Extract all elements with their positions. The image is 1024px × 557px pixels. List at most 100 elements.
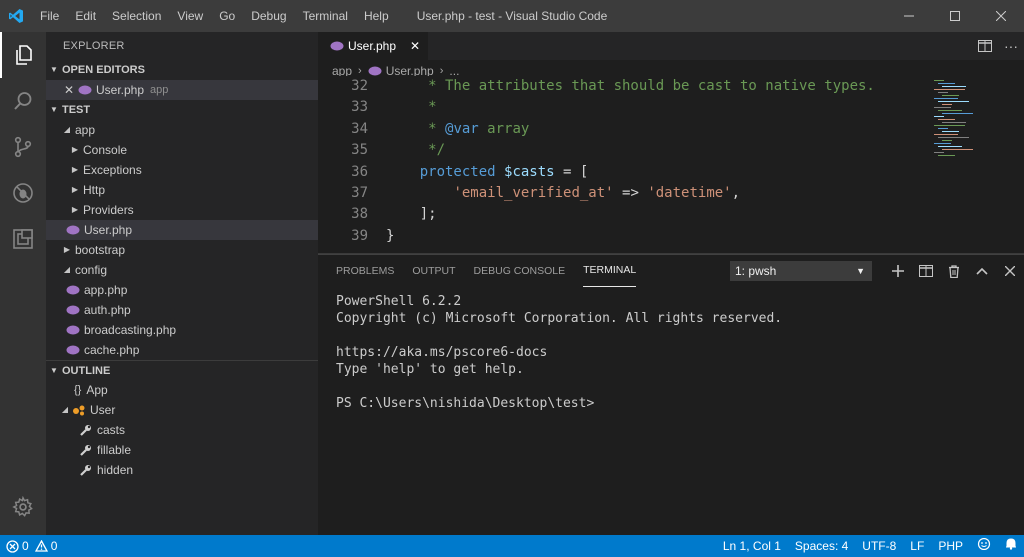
- minimap-line: [942, 113, 973, 114]
- code-line[interactable]: 33 *: [318, 97, 938, 118]
- close-icon[interactable]: ✕: [410, 39, 420, 53]
- code-token: */: [386, 142, 446, 159]
- terminal-output[interactable]: PowerShell 6.2.2 Copyright (c) Microsoft …: [336, 293, 782, 412]
- tree-item-user-php[interactable]: User.php: [46, 220, 318, 240]
- line-text: */: [386, 140, 445, 161]
- outline-item-hidden[interactable]: hidden: [46, 460, 318, 480]
- end-of-line[interactable]: LF: [903, 535, 931, 557]
- tree-item-console[interactable]: ▶ Console: [46, 140, 318, 160]
- indentation[interactable]: Spaces: 4: [788, 535, 855, 557]
- code-line[interactable]: 32 * The attributes that should be cast …: [318, 76, 938, 97]
- editor-tab-bar: User.php ✕ ···: [318, 32, 1024, 60]
- menu-file[interactable]: File: [32, 0, 67, 32]
- tree-item-auth-php[interactable]: auth.php: [46, 300, 318, 320]
- menu-go[interactable]: Go: [211, 0, 243, 32]
- outline-header[interactable]: ▼ OUTLINE: [46, 360, 318, 380]
- code-token: }: [386, 227, 395, 244]
- tree-item-exceptions[interactable]: ▶ Exceptions: [46, 160, 318, 180]
- minimap-line: [934, 152, 944, 153]
- search-icon[interactable]: [0, 78, 46, 124]
- tree-item-providers[interactable]: ▶ Providers: [46, 200, 318, 220]
- wrench-icon: [80, 464, 92, 476]
- menu-view[interactable]: View: [169, 0, 211, 32]
- class-icon: [72, 404, 86, 416]
- tree-item-config[interactable]: ◢ config: [46, 260, 318, 280]
- code-line[interactable]: 38 ];: [318, 204, 938, 225]
- new-terminal-icon[interactable]: [884, 255, 912, 287]
- encoding[interactable]: UTF-8: [855, 535, 903, 557]
- outline-item-casts[interactable]: casts: [46, 420, 318, 440]
- tree-item-app[interactable]: ◢ app: [46, 120, 318, 140]
- terminal-select[interactable]: 1: pwsh ▼: [730, 261, 872, 281]
- code-token: = [: [554, 163, 589, 180]
- code-line[interactable]: 39}: [318, 226, 938, 247]
- minimap[interactable]: [930, 76, 1010, 166]
- close-icon[interactable]: [996, 255, 1024, 287]
- trash-icon[interactable]: [940, 255, 968, 287]
- code-line[interactable]: 35 */: [318, 140, 938, 161]
- settings-gear-icon[interactable]: [0, 487, 46, 527]
- menu-help[interactable]: Help: [356, 0, 397, 32]
- menu-terminal[interactable]: Terminal: [295, 0, 356, 32]
- menu-selection[interactable]: Selection: [104, 0, 169, 32]
- line-number: 32: [351, 78, 368, 94]
- open-editors-header[interactable]: ▼ OPEN EDITORS: [46, 60, 318, 80]
- explorer-icon[interactable]: [0, 32, 46, 78]
- code-line[interactable]: 34 * @var array: [318, 119, 938, 140]
- code-editor[interactable]: 32 * The attributes that should be cast …: [318, 76, 1024, 254]
- minimap-line: [934, 89, 965, 90]
- tree-item-cache-php[interactable]: cache.php: [46, 340, 318, 360]
- outline-item-fillable[interactable]: fillable: [46, 440, 318, 460]
- outline-item-label: casts: [97, 423, 126, 437]
- minimize-button[interactable]: [886, 0, 932, 32]
- tab-user-php[interactable]: User.php ✕: [318, 32, 428, 60]
- more-actions-icon[interactable]: ···: [998, 32, 1024, 60]
- close-window-button[interactable]: [978, 0, 1024, 32]
- warning-count: 0: [50, 539, 58, 553]
- split-terminal-icon[interactable]: [912, 255, 940, 287]
- minimap-line: [938, 146, 962, 147]
- code-token: *: [386, 99, 437, 116]
- chevron-right-icon: ▶: [63, 245, 71, 254]
- close-icon[interactable]: ✕: [64, 80, 78, 100]
- tree-item-bootstrap[interactable]: ▶ bootstrap: [46, 240, 318, 260]
- problems-status[interactable]: 0 0: [0, 539, 57, 553]
- chevron-down-icon: ▼: [50, 105, 58, 114]
- feedback-icon[interactable]: [970, 535, 998, 557]
- open-editor-item[interactable]: ✕ User.php app: [46, 80, 318, 100]
- tree-item-app-php[interactable]: app.php: [46, 280, 318, 300]
- split-editor-icon[interactable]: [972, 32, 998, 60]
- code-line[interactable]: 37 'email_verified_at' => 'datetime',: [318, 183, 938, 204]
- cursor-position[interactable]: Ln 1, Col 1: [716, 535, 788, 557]
- code-line[interactable]: 36 protected $casts = [: [318, 162, 938, 183]
- tab-problems[interactable]: PROBLEMS: [336, 255, 394, 287]
- menu-edit[interactable]: Edit: [67, 0, 104, 32]
- line-number: 35: [351, 142, 368, 159]
- notifications-bell-icon[interactable]: [998, 535, 1024, 557]
- tree-item-http[interactable]: ▶ Http: [46, 180, 318, 200]
- minimap-line: [942, 140, 952, 141]
- terminal-line: https://aka.ms/pscore6-docs: [336, 345, 548, 360]
- language-mode[interactable]: PHP: [931, 535, 970, 557]
- tab-terminal[interactable]: TERMINAL: [583, 255, 637, 287]
- php-file-icon: [66, 345, 80, 355]
- minimap-line: [942, 122, 966, 123]
- code-token: ];: [386, 206, 437, 223]
- debug-icon[interactable]: [0, 170, 46, 216]
- terminal-line: PS C:\Users\nishida\Desktop\test>: [336, 396, 595, 411]
- project-header[interactable]: ▼ TEST: [46, 100, 318, 120]
- outline-item-user[interactable]: ◢ User: [46, 400, 318, 420]
- menu-debug[interactable]: Debug: [243, 0, 294, 32]
- line-number: 34: [351, 120, 368, 137]
- extensions-icon[interactable]: [0, 216, 46, 262]
- maximize-button[interactable]: [932, 0, 978, 32]
- chevron-up-icon[interactable]: [968, 255, 996, 287]
- tree-item-broadcasting-php[interactable]: broadcasting.php: [46, 320, 318, 340]
- source-control-icon[interactable]: [0, 124, 46, 170]
- tab-debug-console[interactable]: DEBUG CONSOLE: [474, 255, 566, 287]
- outline-item-label: User: [90, 403, 116, 417]
- minimap-line: [934, 134, 958, 135]
- outline-item-label: fillable: [97, 443, 132, 457]
- tab-output[interactable]: OUTPUT: [412, 255, 455, 287]
- outline-item-app[interactable]: {} App: [46, 380, 318, 400]
